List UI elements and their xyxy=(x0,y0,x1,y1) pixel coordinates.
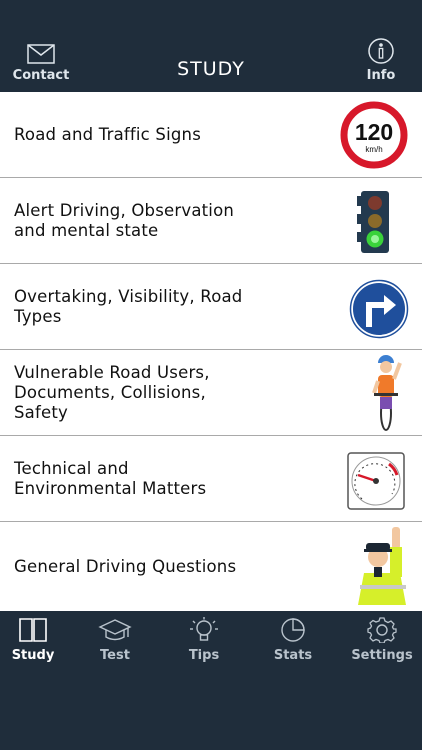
tab-settings[interactable]: Settings xyxy=(340,617,422,663)
list-item-label: Road and Traffic Signs xyxy=(14,125,201,144)
police-officer-icon xyxy=(358,527,406,605)
book-icon xyxy=(19,618,47,642)
svg-text:km/h: km/h xyxy=(365,145,382,154)
list-item-road-traffic-signs[interactable]: Road and Traffic Signs 120 km/h xyxy=(0,92,422,178)
info-icon xyxy=(368,38,394,64)
pie-chart-icon xyxy=(281,618,305,642)
list-item-label: Alert Driving, Observation and mental st… xyxy=(14,201,235,240)
svg-text:120: 120 xyxy=(355,119,393,145)
gear-icon xyxy=(367,617,397,643)
list-item-technical[interactable]: Technical and Environmental Matters xyxy=(0,436,422,522)
info-button[interactable]: Info xyxy=(346,38,416,83)
tab-tips[interactable]: Tips xyxy=(162,617,246,663)
tab-label: Test xyxy=(100,648,130,663)
tab-stats[interactable]: Stats xyxy=(251,617,335,663)
header-bar: Contact STUDY Info xyxy=(0,0,422,92)
list-item-general[interactable]: General Driving Questions xyxy=(0,522,422,611)
tab-label: Settings xyxy=(351,648,413,663)
list-item-label: Technical and Environmental Matters xyxy=(14,459,207,498)
list-item-vulnerable-road-users[interactable]: Vulnerable Road Users, Documents, Collis… xyxy=(0,350,422,436)
bottom-tab-bar: Study Test Tips Stats Settings xyxy=(0,611,422,750)
tab-label: Tips xyxy=(188,648,220,663)
lightbulb-icon xyxy=(190,617,218,641)
list-item-label: Overtaking, Visibility, Road Types xyxy=(14,287,243,326)
info-label: Info xyxy=(366,68,396,83)
cyclist-icon xyxy=(372,355,402,431)
turn-right-sign-icon xyxy=(349,279,409,339)
speed-limit-120-icon: 120 km/h xyxy=(340,101,408,169)
list-item-label: General Driving Questions xyxy=(14,556,237,576)
speedometer-icon xyxy=(347,452,405,510)
tab-label: Stats xyxy=(273,648,313,663)
list-item-label: Vulnerable Road Users, Documents, Collis… xyxy=(14,363,210,422)
list-item-overtaking[interactable]: Overtaking, Visibility, Road Types xyxy=(0,264,422,350)
tab-label: Study xyxy=(11,648,55,663)
list-item-alert-driving[interactable]: Alert Driving, Observation and mental st… xyxy=(0,178,422,264)
tab-test[interactable]: Test xyxy=(73,617,157,663)
graduation-cap-icon xyxy=(98,619,132,641)
category-list: Road and Traffic Signs 120 km/h Alert Dr… xyxy=(0,92,422,611)
tab-study[interactable]: Study xyxy=(0,617,75,663)
traffic-light-icon xyxy=(357,191,389,253)
